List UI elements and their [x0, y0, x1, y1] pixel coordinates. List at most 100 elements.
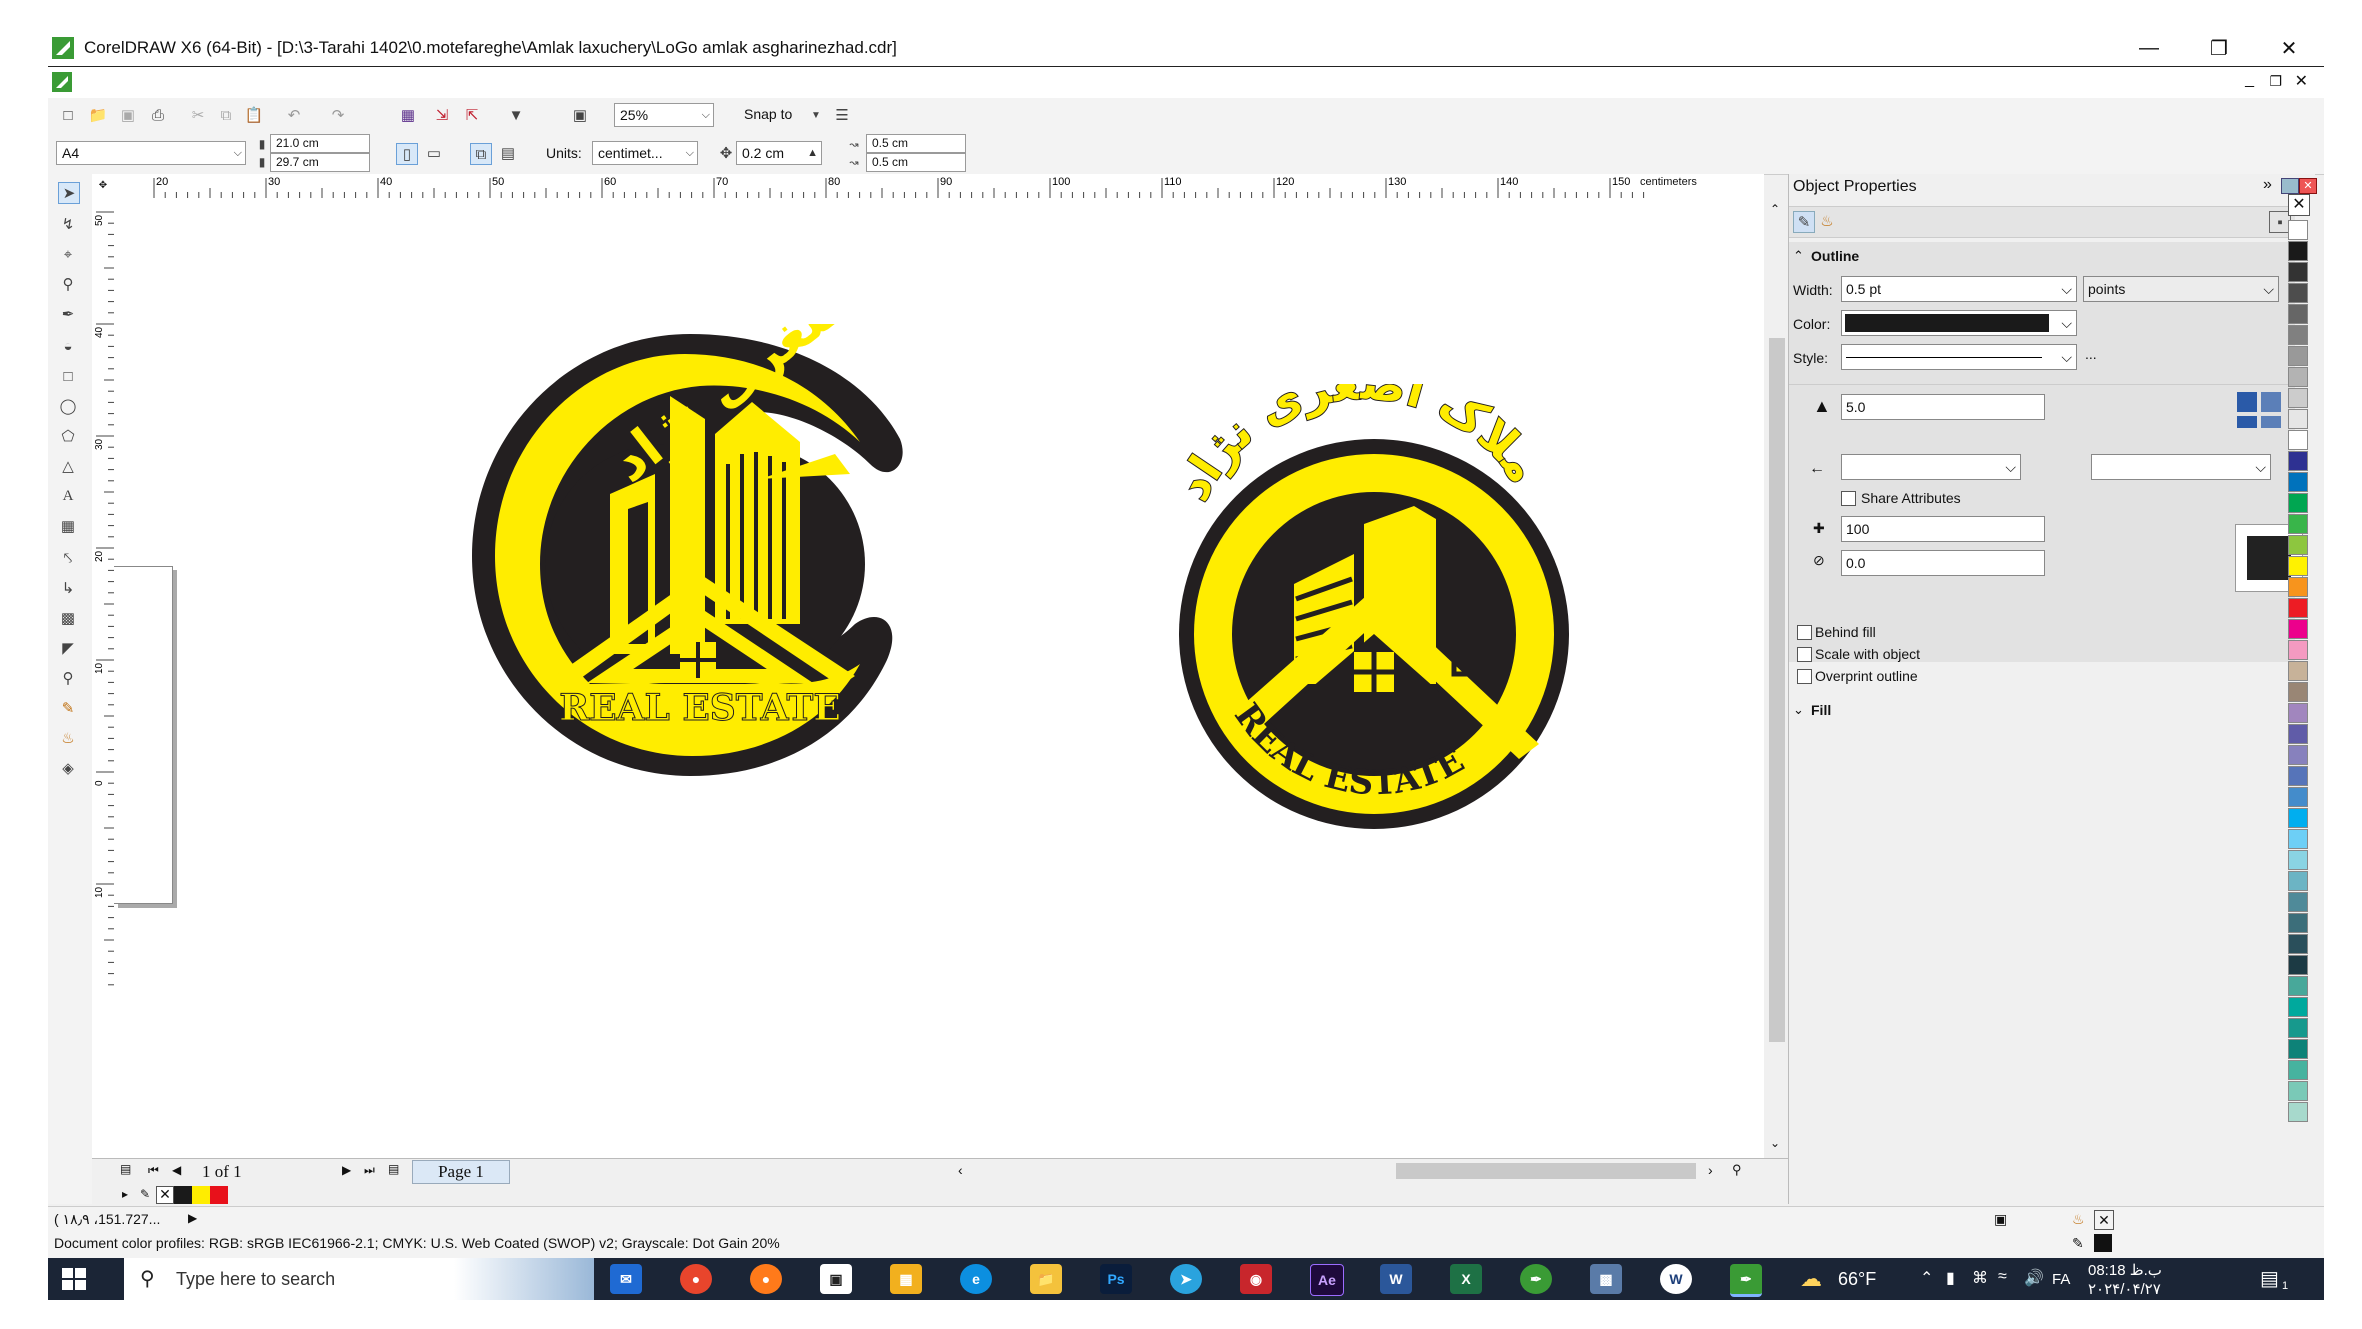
notifications-icon[interactable]: ▤ [2260, 1266, 2279, 1291]
undo-icon[interactable]: ↶ [284, 105, 304, 125]
redo-icon[interactable]: ↷ [328, 105, 348, 125]
palette-no-color[interactable]: ✕ [2288, 194, 2310, 216]
palette-swatch[interactable] [2288, 325, 2308, 345]
edge-icon[interactable]: e [960, 1264, 992, 1294]
palette-eyedropper-icon[interactable]: ✎ [140, 1187, 150, 1201]
color-profiles[interactable]: Document color profiles: RGB: sRGB IEC61… [54, 1235, 780, 1251]
palette-swatch[interactable] [2288, 766, 2308, 786]
windows-start-icon[interactable] [62, 1268, 86, 1290]
doc-swatch-yellow[interactable] [192, 1186, 210, 1204]
palette-swatch[interactable] [2288, 430, 2308, 450]
next-page-icon[interactable]: ▶ [342, 1163, 351, 1177]
palette-swatch[interactable] [2288, 409, 2308, 429]
wordpress-icon[interactable]: W [1660, 1264, 1692, 1294]
doc-minimize-icon[interactable]: _ [2245, 71, 2254, 89]
paste-icon[interactable]: 📋 [244, 105, 264, 125]
angle-field[interactable]: 0.0 [1841, 550, 2045, 576]
zoom-tool-icon[interactable]: ⚲ [58, 274, 78, 294]
palette-swatch[interactable] [2288, 577, 2308, 597]
weather-icon[interactable]: ☁ [1800, 1266, 1822, 1292]
search-content-icon[interactable]: ▦ [398, 105, 418, 125]
palette-swatch[interactable] [2288, 535, 2308, 555]
new-icon[interactable]: □ [58, 105, 78, 125]
clock-date[interactable]: ۲۰۲۴/۰۴/۲۷ [2088, 1280, 2161, 1298]
zoom-level-select[interactable]: 25% ⌵ [614, 103, 714, 127]
palette-swatch[interactable] [2288, 451, 2308, 471]
scale-with-object-checkbox[interactable] [1797, 647, 1812, 662]
minimize-icon[interactable]: — [2114, 30, 2184, 66]
outline-indicator-icon[interactable]: ✎ [2072, 1235, 2084, 1252]
snap-to-menu[interactable]: Snap to [744, 106, 792, 122]
close-icon[interactable]: ✕ [2254, 30, 2324, 66]
store-icon[interactable]: ▣ [820, 1264, 852, 1294]
palette-swatch[interactable] [2288, 808, 2308, 828]
pick-tool-icon[interactable]: ➤ [58, 182, 80, 204]
first-page-icon[interactable]: ⏮ [148, 1163, 159, 1178]
taskbar-search-box[interactable]: ⚲ Type here to search [124, 1258, 594, 1300]
palette-swatch[interactable] [2288, 1060, 2308, 1080]
palette-swatch[interactable] [2288, 283, 2308, 303]
chrome-icon[interactable]: ● [680, 1264, 712, 1294]
shape-tool-icon[interactable]: ↯ [58, 214, 78, 234]
palette-swatch[interactable] [2288, 1081, 2308, 1101]
camera-icon[interactable]: ◉ [1240, 1264, 1272, 1294]
palette-swatch[interactable] [2288, 850, 2308, 870]
portrait-icon[interactable]: ▯ [396, 143, 418, 165]
fill-status-icon[interactable]: ▣ [1994, 1211, 2007, 1228]
coords-arrow-icon[interactable]: ▶ [188, 1211, 197, 1225]
clock-time[interactable]: 08:18 ب.ظ [2088, 1261, 2162, 1279]
panel-minimize-icon[interactable] [2281, 178, 2299, 194]
tray-expand-icon[interactable]: ⌃ [1920, 1268, 1933, 1288]
behind-fill-checkbox[interactable] [1797, 625, 1812, 640]
outline-collapse-icon[interactable]: ⌃ [1793, 248, 1804, 264]
outline-units-select[interactable]: points ⌵ [2083, 276, 2279, 302]
palette-swatch[interactable] [2288, 913, 2308, 933]
excel-icon[interactable]: X [1450, 1264, 1482, 1294]
start-arrow-select[interactable]: ⌵ [1841, 454, 2021, 480]
fill-expand-icon[interactable]: ⌄ [1793, 702, 1804, 718]
ruler-origin[interactable]: ✥ [92, 174, 115, 199]
fill-none-swatch[interactable]: ✕ [2094, 1210, 2114, 1230]
palette-swatch[interactable] [2288, 472, 2308, 492]
blend-tool-icon[interactable]: ▩ [58, 608, 78, 628]
connector-tool-icon[interactable]: ↳ [58, 578, 78, 598]
coreldraw-active-icon[interactable]: ✒ [1730, 1264, 1762, 1297]
palette-swatch[interactable] [2288, 1018, 2308, 1038]
palette-swatch[interactable] [2288, 346, 2308, 366]
end-arrow-select[interactable]: ⌵ [2091, 454, 2271, 480]
palette-swatch[interactable] [2288, 640, 2308, 660]
palette-swatch[interactable] [2288, 598, 2308, 618]
palette-swatch[interactable] [2288, 661, 2308, 681]
cap-round-icon[interactable] [2261, 416, 2281, 428]
vertical-ruler[interactable]: 50 40 30 20 10 0 10 [92, 198, 115, 1158]
photoshop-icon[interactable]: Ps [1100, 1264, 1132, 1294]
logo-left[interactable]: اصغری نژاد REAL ESTATE [460, 324, 912, 786]
import-icon[interactable]: ⇲ [432, 105, 452, 125]
table-tool-icon[interactable]: ▦ [58, 516, 78, 536]
page-height-field[interactable]: 29.7 cm [270, 153, 370, 172]
corner-miter-icon[interactable] [2237, 392, 2257, 412]
all-pages-icon[interactable]: ⧉ [470, 143, 492, 165]
freehand-tool-icon[interactable]: ✒ [58, 304, 78, 324]
smart-fill-icon[interactable]: ◒ [58, 336, 78, 356]
prev-page-icon[interactable]: ◀ [172, 1163, 181, 1177]
doc-swatch-black[interactable] [174, 1186, 192, 1204]
welcome-screen-icon[interactable]: ▣ [570, 105, 590, 125]
palette-swatch[interactable] [2288, 829, 2308, 849]
style-more-button[interactable]: ... [2085, 346, 2097, 362]
outline-style-select[interactable]: ⌵ [1841, 344, 2077, 370]
palette-swatch[interactable] [2288, 367, 2308, 387]
palette-swatch[interactable] [2288, 934, 2308, 954]
palette-swatch[interactable] [2288, 556, 2308, 576]
outline-width-select[interactable]: 0.5 pt ⌵ [1841, 276, 2077, 302]
cut-icon[interactable]: ✂ [188, 105, 208, 125]
palette-swatch[interactable] [2288, 997, 2308, 1017]
crop-tool-icon[interactable]: ⌖ [58, 244, 78, 264]
current-page-icon[interactable]: ▤ [498, 143, 518, 163]
ellipse-tool-icon[interactable]: ◯ [58, 396, 78, 416]
duplicate-x-field[interactable]: 0.5 cm [866, 134, 966, 153]
miter-limit-field[interactable]: 5.0 [1841, 394, 2045, 420]
no-color-swatch[interactable]: ✕ [156, 1186, 174, 1204]
horizontal-ruler[interactable]: 20 30 40 50 60 70 80 90 100 110 120 130 140 150 [114, 174, 1764, 199]
open-icon[interactable]: 📁 [88, 105, 108, 125]
